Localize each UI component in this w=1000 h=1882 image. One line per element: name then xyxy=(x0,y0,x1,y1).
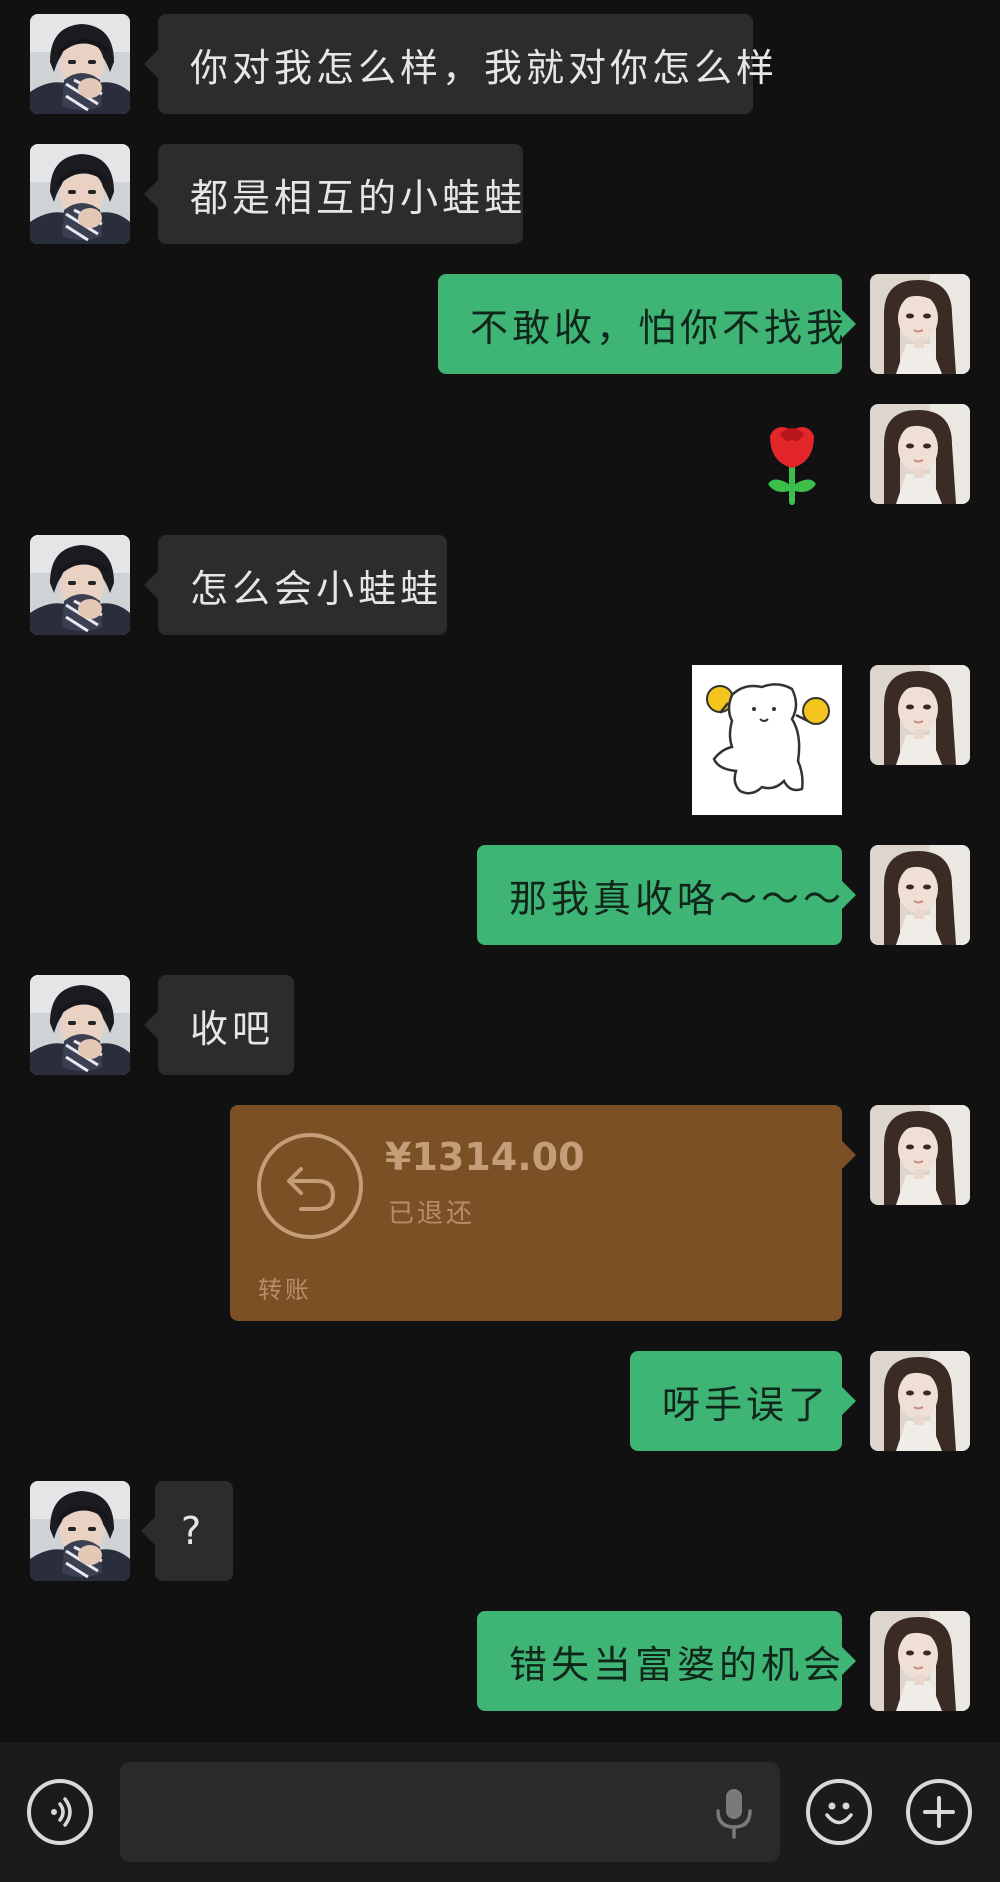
returned-icon xyxy=(255,1131,365,1241)
voice-toggle-button[interactable] xyxy=(27,1779,93,1845)
voice-toggle-icon xyxy=(51,1797,72,1827)
emoji-button[interactable] xyxy=(806,1779,872,1845)
microphone-icon[interactable] xyxy=(712,1787,756,1839)
contact-avatar[interactable] xyxy=(30,535,130,635)
contact-avatar[interactable] xyxy=(30,1481,130,1581)
message-bubble[interactable]: 呀手误了 xyxy=(630,1351,856,1451)
message-bubble[interactable]: 错失当富婆的机会 xyxy=(477,1611,856,1711)
message-bubble[interactable]: 都是相互的小蛙蛙 xyxy=(144,144,523,244)
contact-avatar[interactable] xyxy=(30,975,130,1075)
my-avatar[interactable] xyxy=(870,1611,970,1711)
my-avatar[interactable] xyxy=(870,665,970,765)
message-bubble[interactable]: ? xyxy=(141,1481,233,1581)
my-avatar[interactable] xyxy=(870,1105,970,1205)
my-avatar[interactable] xyxy=(870,1351,970,1451)
cat-holding-coins-sticker[interactable] xyxy=(692,665,842,815)
message-input[interactable] xyxy=(120,1762,780,1862)
transfer-status: 已退还 xyxy=(388,1199,476,1229)
contact-avatar[interactable] xyxy=(30,14,130,114)
message-bubble[interactable]: 你对我怎么样，我就对你怎么样 xyxy=(144,14,774,114)
input-bar xyxy=(0,1742,1000,1882)
message-bubble[interactable]: 怎么会小蛙蛙 xyxy=(144,535,447,635)
transfer-label: 转账 xyxy=(258,1276,312,1304)
message-bubble[interactable]: 收吧 xyxy=(144,975,294,1075)
chat-area[interactable]: 你对我怎么样，我就对你怎么样 都是相互的小蛙蛙 不敢收，怕你不找我 怎么会小蛙蛙 xyxy=(0,0,1000,1740)
my-avatar[interactable] xyxy=(870,845,970,945)
rose-emoji[interactable] xyxy=(760,418,824,508)
message-bubble[interactable]: 不敢收，怕你不找我 xyxy=(438,274,856,374)
plus-icon xyxy=(923,1796,955,1828)
transfer-amount: ¥1314.00 xyxy=(385,1135,585,1179)
my-avatar[interactable] xyxy=(870,404,970,504)
message-bubble[interactable]: 那我真收咯～～～ xyxy=(477,845,856,945)
my-avatar[interactable] xyxy=(870,274,970,374)
contact-avatar[interactable] xyxy=(30,144,130,244)
more-options-button[interactable] xyxy=(906,1779,972,1845)
emoji-icon xyxy=(825,1802,853,1825)
transfer-card[interactable]: ¥1314.00 已退还 转账 xyxy=(230,1105,856,1321)
